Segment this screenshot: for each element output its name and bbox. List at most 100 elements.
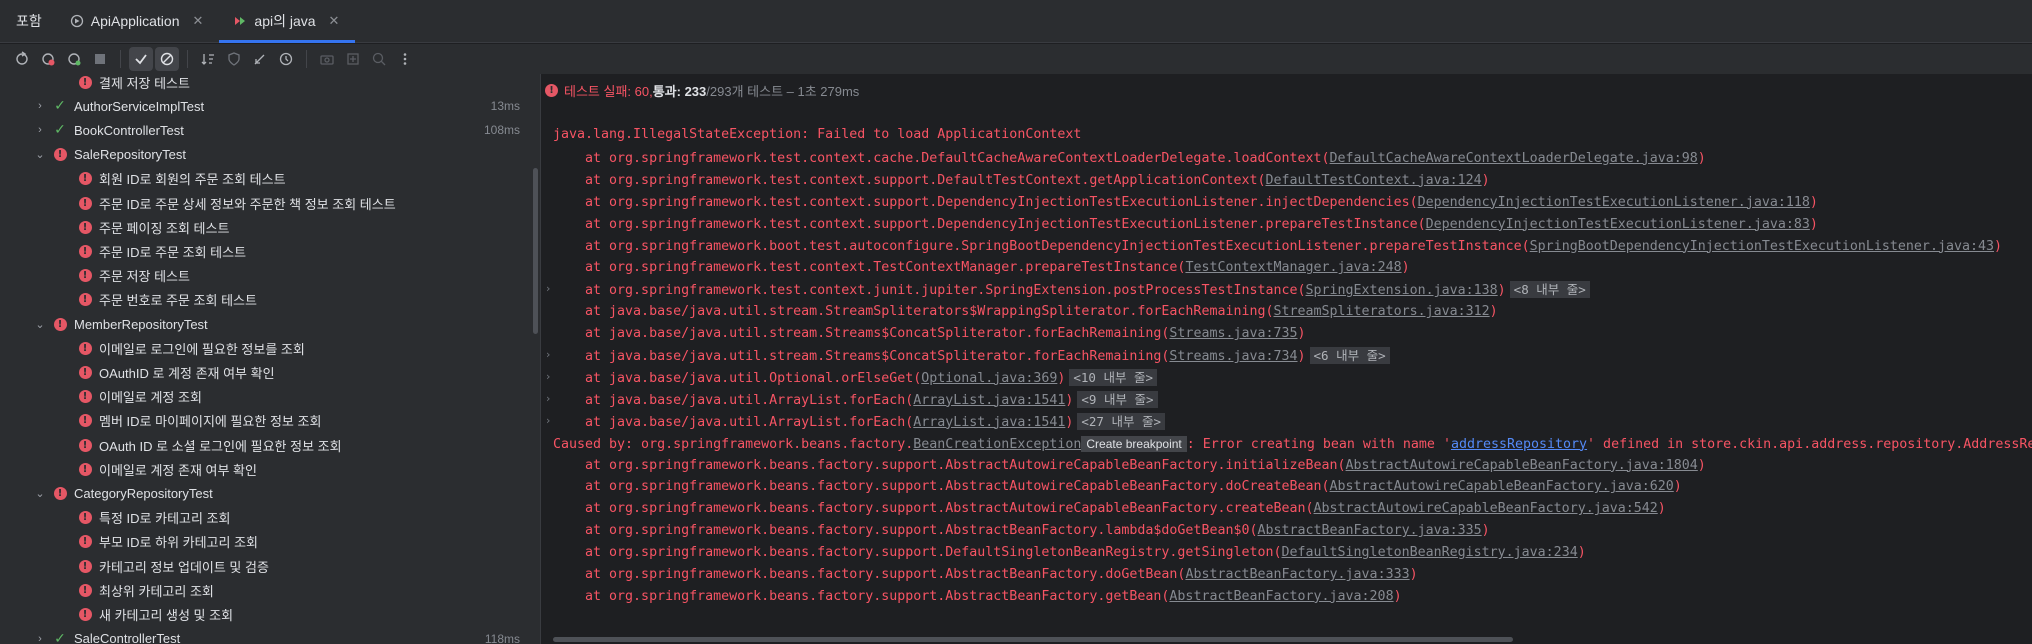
source-link[interactable]: AbstractAutowireCapableBeanFactory.java:… xyxy=(1330,479,1674,494)
fold-chevron-icon[interactable]: › xyxy=(546,282,550,295)
close-icon[interactable]: ✕ xyxy=(329,13,340,29)
tree-row[interactable]: ! 회원 ID로 회원의 주문 조회 테스트 xyxy=(0,167,520,191)
stack-frame: at java.base/java.util.stream.StreamSpli… xyxy=(553,301,1498,323)
rerun-icon[interactable] xyxy=(10,47,34,71)
source-link[interactable]: Streams.java:735 xyxy=(1169,326,1297,341)
source-link[interactable]: Optional.java:369 xyxy=(921,371,1057,386)
fold-chevron-icon[interactable]: › xyxy=(546,370,550,383)
chevron-right-icon[interactable]: › xyxy=(34,100,46,112)
fold-chevron-icon[interactable]: › xyxy=(546,348,550,361)
source-link[interactable]: AbstractBeanFactory.java:208 xyxy=(1169,589,1393,604)
create-breakpoint-tooltip[interactable]: Create breakpoint xyxy=(1081,435,1187,452)
chevron-right-icon[interactable]: › xyxy=(34,633,46,644)
tree-row[interactable]: ⌄! CategoryRepositoryTest xyxy=(0,481,520,505)
tree-row[interactable]: › ✓ BookControllerTest 108ms xyxy=(0,118,520,142)
source-link[interactable]: StreamSpliterators.java:312 xyxy=(1274,304,1490,319)
internal-lines-badge[interactable]: <9 내부 줄> xyxy=(1077,390,1158,408)
source-link[interactable]: SpringBootDependencyInjectionTestExecuti… xyxy=(1530,239,1994,254)
show-passed-icon[interactable] xyxy=(129,47,153,71)
test-duration: 118ms xyxy=(484,631,520,644)
source-link[interactable]: AbstractBeanFactory.java:335 xyxy=(1257,523,1481,538)
tree-row[interactable]: ! OAuth ID 로 소셜 로그인에 필요한 정보 조회 xyxy=(0,433,520,457)
history-icon[interactable] xyxy=(274,47,298,71)
tree-row[interactable]: ! 이메일로 계정 존재 여부 확인 xyxy=(0,457,520,481)
failed-icon: ! xyxy=(77,389,93,405)
tree-row[interactable]: ! 이메일로 로그인에 필요한 정보를 조회 xyxy=(0,336,520,360)
tree-row[interactable]: ! 주문 ID로 주문 조회 테스트 xyxy=(0,239,520,263)
horizontal-scrollbar[interactable] xyxy=(553,637,1513,642)
internal-lines-badge[interactable]: <27 내부 줄> xyxy=(1077,412,1166,430)
tree-row[interactable]: ! 주문 ID로 주문 상세 정보와 주문한 책 정보 조회 테스트 xyxy=(0,191,520,215)
tree-row-label: 주문 ID로 주문 조회 테스트 xyxy=(99,244,247,260)
collapse-icon[interactable] xyxy=(248,47,272,71)
source-link[interactable]: ArrayList.java:1541 xyxy=(913,415,1065,430)
console-output: ! 테스트 실패: 60, 통과: 233 /293개 테스트 – 1초 279… xyxy=(541,74,2032,644)
source-link[interactable]: AbstractAutowireCapableBeanFactory.java:… xyxy=(1314,501,1658,516)
source-link[interactable]: DefaultTestContext.java:124 xyxy=(1265,173,1481,188)
tree-row[interactable]: ! 주문 페이징 조회 테스트 xyxy=(0,215,520,239)
fold-chevron-icon[interactable]: › xyxy=(546,414,550,427)
tree-row[interactable]: ! OAuthID 로 계정 존재 여부 확인 xyxy=(0,360,520,384)
frame-text: at java.base/java.util.Optional.orElseGe… xyxy=(553,370,922,386)
tree-row-label: SaleRepositoryTest xyxy=(74,147,186,163)
source-link[interactable]: Streams.java:734 xyxy=(1169,349,1297,364)
source-link[interactable]: AbstractAutowireCapableBeanFactory.java:… xyxy=(1346,458,1698,473)
source-link[interactable]: ArrayList.java:1541 xyxy=(913,393,1065,408)
camera-icon[interactable] xyxy=(315,47,339,71)
tree-row[interactable]: ! 카테고리 정보 업데이트 및 검증 xyxy=(0,554,520,578)
source-link[interactable]: SpringExtension.java:138 xyxy=(1306,283,1498,298)
toggle-auto-test-icon[interactable] xyxy=(62,47,86,71)
tree-row[interactable]: ! 멤버 ID로 마이페이지에 필요한 정보 조회 xyxy=(0,409,520,433)
rerun-failed-icon[interactable] xyxy=(36,47,60,71)
stop-icon[interactable] xyxy=(88,47,112,71)
tree-row[interactable]: ! 주문 번호로 주문 조회 테스트 xyxy=(0,288,520,312)
error-dot: ! xyxy=(78,341,92,355)
failed-icon: ! xyxy=(52,147,68,163)
tab-api-java[interactable]: api의 java ✕ xyxy=(219,0,356,43)
import-icon[interactable] xyxy=(341,47,365,71)
source-link[interactable]: TestContextManager.java:248 xyxy=(1185,260,1401,275)
chevron-down-icon[interactable]: ⌄ xyxy=(34,148,46,161)
tree-row[interactable]: ! 결제 저장 테스트 xyxy=(0,74,520,94)
close-icon[interactable]: ✕ xyxy=(193,13,204,29)
frame-text-end: ) xyxy=(1297,326,1306,342)
export-icon[interactable] xyxy=(367,47,391,71)
more-options-icon[interactable] xyxy=(393,47,417,71)
frame-text: at org.springframework.beans.factory.sup… xyxy=(553,457,1346,473)
chevron-down-icon[interactable]: ⌄ xyxy=(34,487,46,500)
chevron-right-icon[interactable]: › xyxy=(34,124,46,136)
tab-apiapplication[interactable]: ApiApplication ✕ xyxy=(56,0,220,42)
source-link[interactable]: BeanCreationException xyxy=(913,437,1081,452)
sort-icon[interactable] xyxy=(196,47,220,71)
stack-frame: at java.base/java.util.Optional.orElseGe… xyxy=(553,367,1158,389)
tree-scrollbar[interactable] xyxy=(533,168,538,334)
internal-lines-badge[interactable]: <6 내부 줄> xyxy=(1309,347,1390,364)
shield-icon[interactable] xyxy=(222,47,246,71)
error-dot: ! xyxy=(53,317,67,331)
tree-row[interactable]: ! 주문 저장 테스트 xyxy=(0,264,520,288)
tree-row-label: 주문 ID로 주문 상세 정보와 주문한 책 정보 조회 테스트 xyxy=(99,196,396,212)
chevron-down-icon[interactable]: ⌄ xyxy=(34,318,46,331)
tree-row[interactable]: › ✓ AuthorServiceImplTest 13ms xyxy=(0,94,520,118)
show-ignored-icon[interactable] xyxy=(155,47,179,71)
internal-lines-badge[interactable]: <8 내부 줄> xyxy=(1509,281,1590,299)
tree-row[interactable]: ! 특정 ID로 카테고리 조회 xyxy=(0,506,520,530)
bean-name-link[interactable]: addressRepository xyxy=(1451,437,1587,452)
internal-lines-badge[interactable]: <10 내부 줄> xyxy=(1069,368,1158,386)
tree-row[interactable]: ! 부모 ID로 하위 카테고리 조회 xyxy=(0,530,520,554)
tree-row[interactable]: ! 최상위 카테고리 조회 xyxy=(0,578,520,602)
source-link[interactable]: DependencyInjectionTestExecutionListener… xyxy=(1426,217,1810,232)
tree-row[interactable]: › ✓ SaleControllerTest 118ms xyxy=(0,627,520,644)
source-link[interactable]: DependencyInjectionTestExecutionListener… xyxy=(1418,195,1810,210)
tab-include[interactable]: 포함 xyxy=(0,0,56,42)
caused-by-line: Caused by: org.springframework.beans.fac… xyxy=(553,433,2032,455)
frame-text: at org.springframework.test.context.supp… xyxy=(553,216,1426,232)
tree-row[interactable]: ! 이메일로 계정 조회 xyxy=(0,385,520,409)
source-link[interactable]: DefaultSingletonBeanRegistry.java:234 xyxy=(1282,545,1578,560)
source-link[interactable]: DefaultCacheAwareContextLoaderDelegate.j… xyxy=(1330,151,1698,166)
tree-row[interactable]: ⌄! MemberRepositoryTest xyxy=(0,312,520,336)
tree-row[interactable]: ⌄! SaleRepositoryTest xyxy=(0,143,520,167)
tree-row[interactable]: ! 새 카테고리 생성 및 조회 xyxy=(0,602,520,626)
source-link[interactable]: AbstractBeanFactory.java:333 xyxy=(1185,567,1409,582)
fold-chevron-icon[interactable]: › xyxy=(546,392,550,405)
